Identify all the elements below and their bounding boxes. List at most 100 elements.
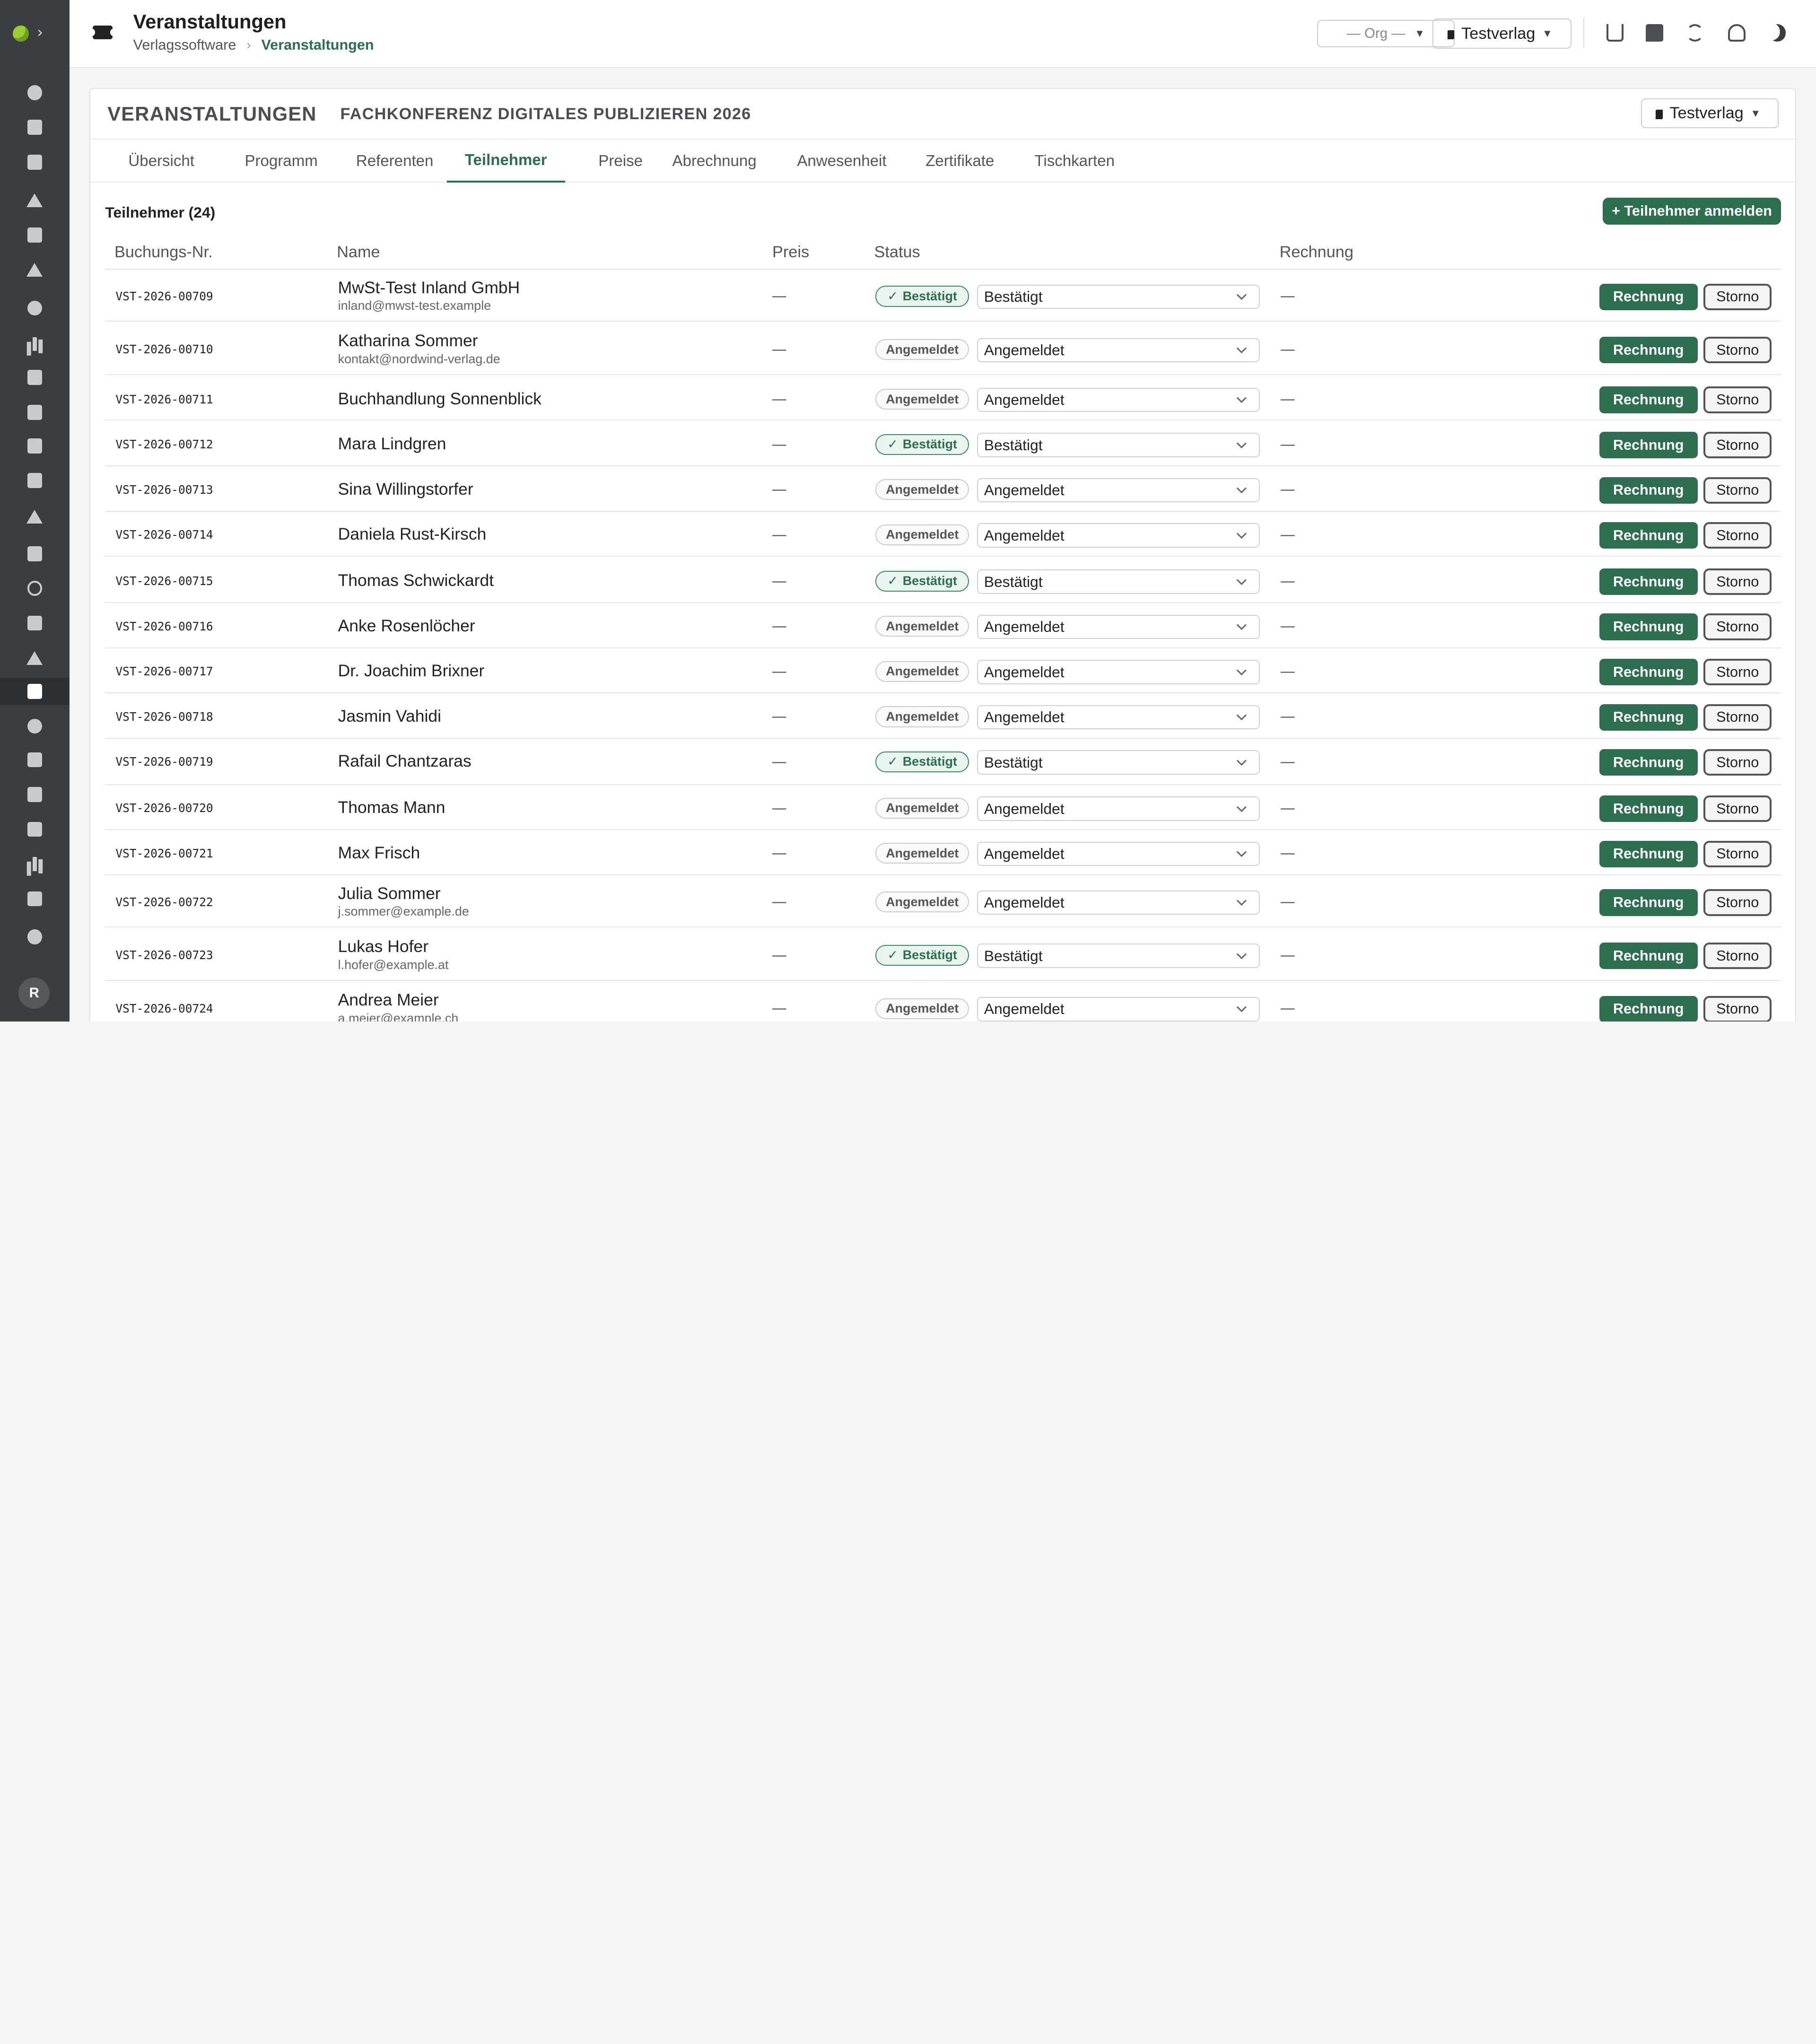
breadcrumb-item-root[interactable]: Verlagssoftware [133,37,236,53]
invoice-button[interactable]: Rechnung [1599,337,1698,364]
dark-mode-icon[interactable] [1769,24,1786,42]
invoice-button[interactable]: Rechnung [1599,522,1698,549]
books-icon[interactable] [0,330,70,358]
tab-abrechnung[interactable]: Abrechnung [662,140,766,183]
stack-icon[interactable] [0,221,70,249]
cancel-booking-button[interactable]: Storno [1703,568,1772,595]
status-select[interactable]: Angemeldet [977,705,1260,730]
status-select[interactable]: Bestätigt [977,569,1260,594]
invoice-button[interactable]: Rechnung [1599,568,1698,595]
publisher-select[interactable]: Testverlag ▼ [1432,18,1572,49]
cancel-booking-button[interactable]: Storno [1703,840,1772,867]
send-icon[interactable] [0,256,70,284]
megaphone-icon[interactable] [0,644,70,672]
invoice-button[interactable]: Rechnung [1599,749,1698,776]
invoice-button[interactable]: Rechnung [1599,386,1698,413]
invoice-button[interactable]: Rechnung [1599,659,1698,686]
column-header-booking-number[interactable]: Buchungs-Nr. [114,243,213,262]
cancel-booking-button[interactable]: Storno [1703,704,1772,731]
music-icon[interactable] [0,712,70,740]
invoice-button[interactable]: Rechnung [1599,432,1698,459]
tab-programm[interactable]: Programm [227,140,336,183]
cancel-booking-button[interactable]: Storno [1703,943,1772,970]
add-participant-button[interactable]: + Teilnehmer anmelden [1602,198,1781,225]
tray-icon[interactable] [0,540,70,568]
tab-übersicht[interactable]: Übersicht [111,140,212,183]
cancel-booking-button[interactable]: Storno [1703,432,1772,459]
tab-anwesenheit[interactable]: Anwesenheit [786,140,897,183]
store-icon[interactable] [0,781,70,809]
cancel-booking-button[interactable]: Storno [1703,522,1772,549]
chat-icon[interactable] [1646,24,1663,42]
card-publisher-select[interactable]: Testverlag ▼ [1641,98,1779,129]
cancel-booking-button[interactable]: Storno [1703,477,1772,504]
export-icon[interactable] [0,815,70,843]
feather-icon[interactable] [0,503,70,531]
dashboard-icon[interactable] [0,79,70,107]
image-icon[interactable] [0,364,70,392]
chart-icon[interactable] [0,850,70,878]
circle-icon[interactable] [0,575,70,603]
status-select[interactable]: Bestätigt [977,750,1260,775]
column-header-price[interactable]: Preis [772,243,809,262]
document-icon[interactable] [0,885,70,913]
status-select[interactable]: Angemeldet [977,997,1260,1022]
cancel-booking-button[interactable]: Storno [1703,386,1772,413]
broadcast-icon[interactable] [1686,24,1704,42]
newspaper-icon[interactable] [0,432,70,460]
invoice-button[interactable]: Rechnung [1599,996,1698,1022]
cancel-booking-button[interactable]: Storno [1703,996,1772,1022]
column-header-name[interactable]: Name [337,243,380,262]
status-select[interactable]: Angemeldet [977,523,1260,548]
chevron-right-icon[interactable]: › [37,23,43,41]
ticket-icon[interactable] [0,677,70,706]
cancel-booking-button[interactable]: Storno [1703,889,1772,916]
cancel-booking-button[interactable]: Storno [1703,283,1772,310]
app-logo[interactable] [12,25,29,42]
cancel-booking-button[interactable]: Storno [1703,659,1772,686]
invoice-button[interactable]: Rechnung [1599,477,1698,504]
avatar[interactable]: R [18,977,50,1009]
edit-user-icon[interactable] [0,186,70,214]
status-select[interactable]: Angemeldet [977,338,1260,363]
calendar-icon[interactable] [0,114,70,141]
tab-zertifikate[interactable]: Zertifikate [912,140,1007,183]
users-icon[interactable] [1728,24,1746,42]
tab-teilnehmer[interactable]: Teilnehmer [446,140,565,183]
column-header-invoice[interactable]: Rechnung [1280,243,1353,262]
status-select[interactable]: Angemeldet [977,614,1260,639]
invoice-button[interactable]: Rechnung [1599,840,1698,867]
status-select[interactable]: Angemeldet [977,660,1260,684]
shield-icon[interactable] [0,923,70,951]
status-select[interactable]: Angemeldet [977,890,1260,915]
status-select[interactable]: Angemeldet [977,387,1260,412]
cancel-booking-button[interactable]: Storno [1703,749,1772,776]
invoice-button[interactable]: Rechnung [1599,613,1698,640]
file-icon[interactable] [0,746,70,774]
invoice-button[interactable]: Rechnung [1599,889,1698,916]
invoice-button[interactable]: Rechnung [1599,704,1698,731]
tab-preise[interactable]: Preise [579,140,662,183]
tab-tischkarten[interactable]: Tischkarten [1023,140,1126,183]
tab-referenten[interactable]: Referenten [340,140,449,183]
status-select[interactable]: Bestätigt [977,943,1260,968]
cancel-booking-button[interactable]: Storno [1703,613,1772,640]
invoice-button[interactable]: Rechnung [1599,283,1698,310]
status-select[interactable]: Angemeldet [977,841,1260,866]
bag-icon[interactable] [0,609,70,637]
briefcase-icon[interactable] [0,398,70,426]
status-select[interactable]: Angemeldet [977,478,1260,503]
status-select[interactable]: Bestätigt [977,433,1260,457]
grid-icon[interactable] [0,148,70,176]
breadcrumb-item-current[interactable]: Veranstaltungen [261,37,374,53]
download-icon[interactable] [1606,24,1624,42]
invoice-button[interactable]: Rechnung [1599,795,1698,822]
status-select[interactable]: Bestätigt [977,284,1260,309]
scroll-icon[interactable] [0,467,70,495]
cancel-booking-button[interactable]: Storno [1703,795,1772,822]
invoice-button[interactable]: Rechnung [1599,943,1698,970]
bulb-icon[interactable] [0,294,70,322]
cancel-booking-button[interactable]: Storno [1703,337,1772,364]
column-header-status[interactable]: Status [874,243,920,262]
status-select[interactable]: Angemeldet [977,796,1260,821]
